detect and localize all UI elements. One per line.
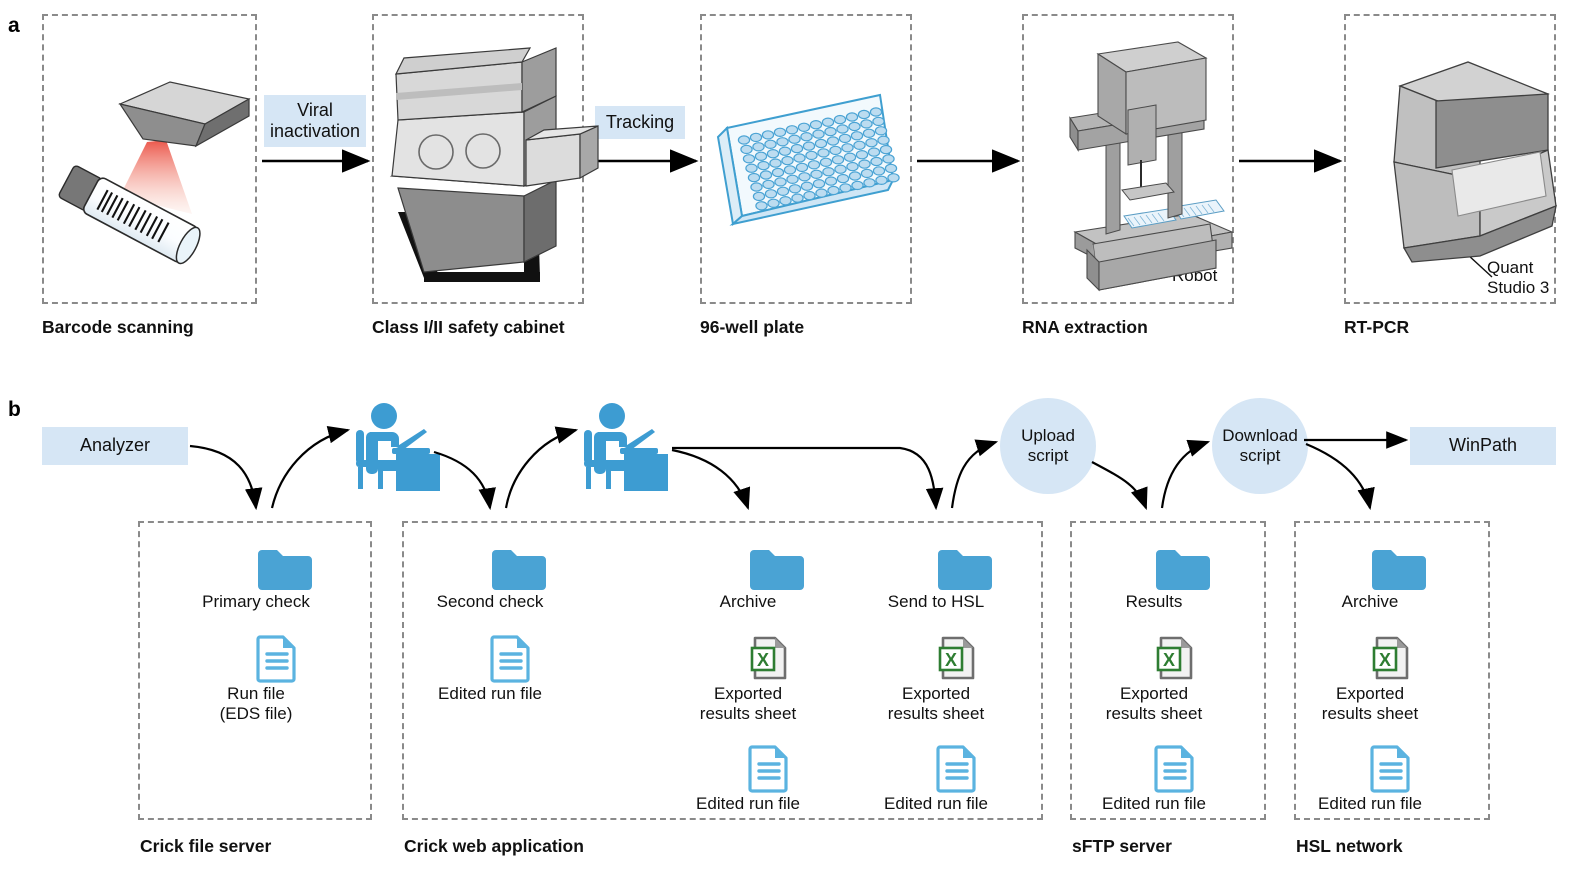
svg-text:X: X [945,650,957,670]
folder-label-primary-check: Primary check [202,592,310,611]
panel-b-arrows [189,426,1409,511]
svg-text:X: X [757,650,769,670]
file-label-exported-sheet-archive-web: Exported results sheet [699,684,797,724]
svg-text:X: X [1163,650,1175,670]
file-label-edited-run-file-web: Edited run file [438,684,542,703]
folder-label-second-check: Second check [436,592,544,611]
file-label-exported-sheet-archive-hsl: Exported results sheet [1321,684,1419,724]
file-label-edited-run-file-results: Edited run file [1102,794,1206,813]
svg-text:X: X [1379,650,1391,670]
file-label-edited-run-file-archive-web: Edited run file [696,794,800,813]
folder-label-archive-hsl: Archive [1341,592,1399,611]
file-label-exported-sheet-results: Exported results sheet [1105,684,1203,724]
folder-label-archive-web: Archive [719,592,777,611]
file-label-edited-run-file-send-to-hsl: Edited run file [884,794,988,813]
file-label-exported-sheet-send-to-hsl: Exported results sheet [887,684,985,724]
folder-label-send-to-hsl: Send to HSL [887,592,985,611]
folder-label-results: Results [1125,592,1183,611]
file-label-edited-run-file-archive-hsl: Edited run file [1318,794,1422,813]
file-label-run-file: Run file (EDS file) [219,684,293,724]
